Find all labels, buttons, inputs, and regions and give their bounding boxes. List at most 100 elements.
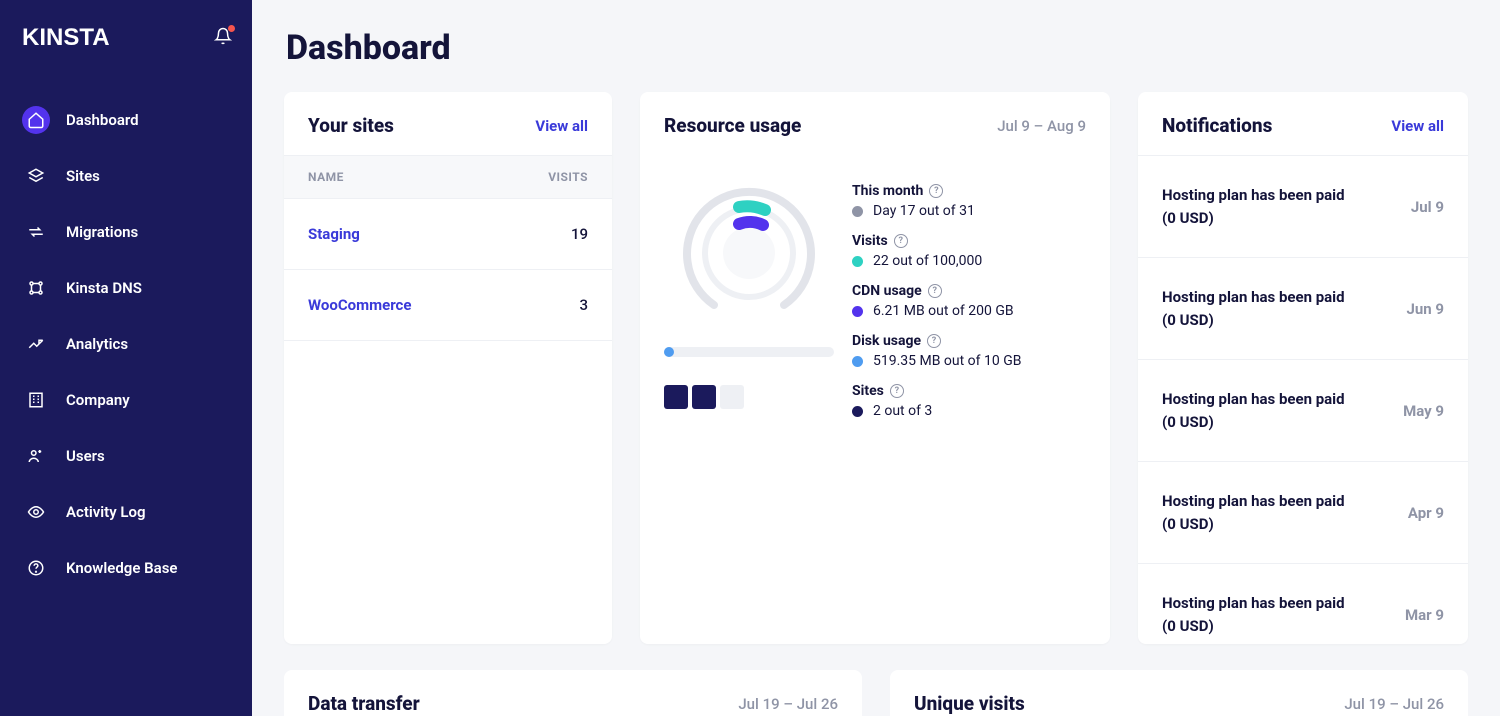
nav-activity-log[interactable]: Activity Log xyxy=(12,488,240,536)
sites-blocks xyxy=(664,385,834,409)
view-all-notifications-link[interactable]: View all xyxy=(1391,117,1444,135)
notification-text: Hosting plan has been paid (0 USD) xyxy=(1162,490,1352,535)
users-icon xyxy=(22,442,50,470)
notifications-list: Hosting plan has been paid (0 USD) Jul 9… xyxy=(1138,155,1468,665)
notification-row[interactable]: Hosting plan has been paid (0 USD) Mar 9 xyxy=(1138,563,1468,665)
info-icon[interactable]: ? xyxy=(928,284,942,298)
card-header: Your sites View all xyxy=(284,92,612,155)
sites-table-head: NAME VISITS xyxy=(284,155,612,199)
sidebar: KINSTA Dashboard Sites Migrations xyxy=(0,0,252,716)
nav-sites[interactable]: Sites xyxy=(12,152,240,200)
card-header: Notifications View all xyxy=(1138,92,1468,155)
dashboard-grid: Your sites View all NAME VISITS Staging … xyxy=(284,92,1468,644)
usage-donut xyxy=(679,183,819,323)
col-visits: VISITS xyxy=(548,170,588,184)
notification-row[interactable]: Hosting plan has been paid (0 USD) Jun 9 xyxy=(1138,257,1468,359)
stat-disk: Disk usage? 519.35 MB out of 10 GB xyxy=(852,333,1086,369)
stat-visits: Visits? 22 out of 100,000 xyxy=(852,233,1086,269)
card-title: Notifications xyxy=(1162,114,1272,137)
nav-analytics[interactable]: Analytics xyxy=(12,320,240,368)
view-all-sites-link[interactable]: View all xyxy=(535,117,588,135)
stat-value: 2 out of 3 xyxy=(873,403,932,419)
date-range: Jul 19 – Jul 26 xyxy=(738,695,838,713)
info-icon[interactable]: ? xyxy=(929,184,943,198)
building-icon xyxy=(22,386,50,414)
nav-label: Sites xyxy=(66,167,100,185)
stat-label: Sites xyxy=(852,383,884,399)
data-transfer-card: Data transfer Jul 19 – Jul 26 xyxy=(284,670,862,716)
nav-label: Company xyxy=(66,391,130,409)
notification-date: Jun 9 xyxy=(1406,300,1444,318)
nav-knowledge-base[interactable]: Knowledge Base xyxy=(12,544,240,592)
question-icon xyxy=(22,554,50,582)
date-range: Jul 19 – Jul 26 xyxy=(1344,695,1444,713)
eye-icon xyxy=(22,498,50,526)
usage-body: This month? Day 17 out of 31 Visits? 22 … xyxy=(640,155,1110,433)
stat-sites: Sites? 2 out of 3 xyxy=(852,383,1086,419)
nav-label: Knowledge Base xyxy=(66,559,177,577)
nav-migrations[interactable]: Migrations xyxy=(12,208,240,256)
home-icon xyxy=(22,106,50,134)
notification-row[interactable]: Hosting plan has been paid (0 USD) Jul 9 xyxy=(1138,155,1468,257)
nav-label: Dashboard xyxy=(66,111,139,129)
info-icon[interactable]: ? xyxy=(927,334,941,348)
usage-stats: This month? Day 17 out of 31 Visits? 22 … xyxy=(852,183,1086,433)
card-title: Your sites xyxy=(308,114,394,137)
stat-label: CDN usage xyxy=(852,283,922,299)
stat-value: Day 17 out of 31 xyxy=(873,203,975,219)
dot-icon xyxy=(852,206,863,217)
nav-label: Analytics xyxy=(66,335,128,353)
site-link[interactable]: WooCommerce xyxy=(308,296,411,314)
stat-value: 6.21 MB out of 200 GB xyxy=(873,303,1014,319)
stat-label: Visits xyxy=(852,233,888,249)
notification-date: Apr 9 xyxy=(1408,504,1444,522)
notification-date: Mar 9 xyxy=(1405,606,1444,624)
page-title: Dashboard xyxy=(286,28,1468,68)
notification-text: Hosting plan has been paid (0 USD) xyxy=(1162,388,1352,433)
stat-value: 22 out of 100,000 xyxy=(873,253,982,269)
site-link[interactable]: Staging xyxy=(308,225,360,243)
sidebar-top: KINSTA xyxy=(0,16,252,80)
nav-label: Activity Log xyxy=(66,503,146,521)
dns-icon xyxy=(22,274,50,302)
info-icon[interactable]: ? xyxy=(894,234,908,248)
nav-label: Kinsta DNS xyxy=(66,279,142,297)
card-title: Resource usage xyxy=(664,114,801,137)
unique-visits-card: Unique visits Jul 19 – Jul 26 xyxy=(890,670,1468,716)
nav-dashboard[interactable]: Dashboard xyxy=(12,96,240,144)
notification-text: Hosting plan has been paid (0 USD) xyxy=(1162,286,1352,331)
notifications-card: Notifications View all Hosting plan has … xyxy=(1138,92,1468,644)
usage-charts xyxy=(664,183,834,433)
table-row[interactable]: WooCommerce 3 xyxy=(284,270,612,341)
main: Dashboard Your sites View all NAME VISIT… xyxy=(252,0,1500,716)
stat-label: Disk usage xyxy=(852,333,921,349)
nav-label: Migrations xyxy=(66,223,138,241)
card-header: Resource usage Jul 9 – Aug 9 xyxy=(640,92,1110,155)
stat-label: This month xyxy=(852,183,923,199)
notifications-bell[interactable] xyxy=(214,27,232,49)
table-row[interactable]: Staging 19 xyxy=(284,199,612,270)
info-icon[interactable]: ? xyxy=(890,384,904,398)
dot-icon xyxy=(852,306,863,317)
nav-dns[interactable]: Kinsta DNS xyxy=(12,264,240,312)
notification-text: Hosting plan has been paid (0 USD) xyxy=(1162,184,1352,229)
trend-icon xyxy=(22,330,50,358)
disk-usage-bar xyxy=(664,347,834,357)
stat-cdn: CDN usage? 6.21 MB out of 200 GB xyxy=(852,283,1086,319)
nav-company[interactable]: Company xyxy=(12,376,240,424)
nav-users[interactable]: Users xyxy=(12,432,240,480)
notification-row[interactable]: Hosting plan has been paid (0 USD) Apr 9 xyxy=(1138,461,1468,563)
card-title: Data transfer xyxy=(308,692,420,715)
your-sites-card: Your sites View all NAME VISITS Staging … xyxy=(284,92,612,644)
resource-usage-card: Resource usage Jul 9 – Aug 9 xyxy=(640,92,1110,644)
nav-label: Users xyxy=(66,447,105,465)
dot-icon xyxy=(852,256,863,267)
date-range: Jul 9 – Aug 9 xyxy=(997,117,1086,135)
logo: KINSTA xyxy=(22,24,110,52)
card-title: Unique visits xyxy=(914,692,1025,715)
stat-this-month: This month? Day 17 out of 31 xyxy=(852,183,1086,219)
notification-row[interactable]: Hosting plan has been paid (0 USD) May 9 xyxy=(1138,359,1468,461)
notification-date: Jul 9 xyxy=(1411,198,1444,216)
site-visits: 19 xyxy=(571,225,588,243)
bell-badge-dot xyxy=(228,25,235,32)
